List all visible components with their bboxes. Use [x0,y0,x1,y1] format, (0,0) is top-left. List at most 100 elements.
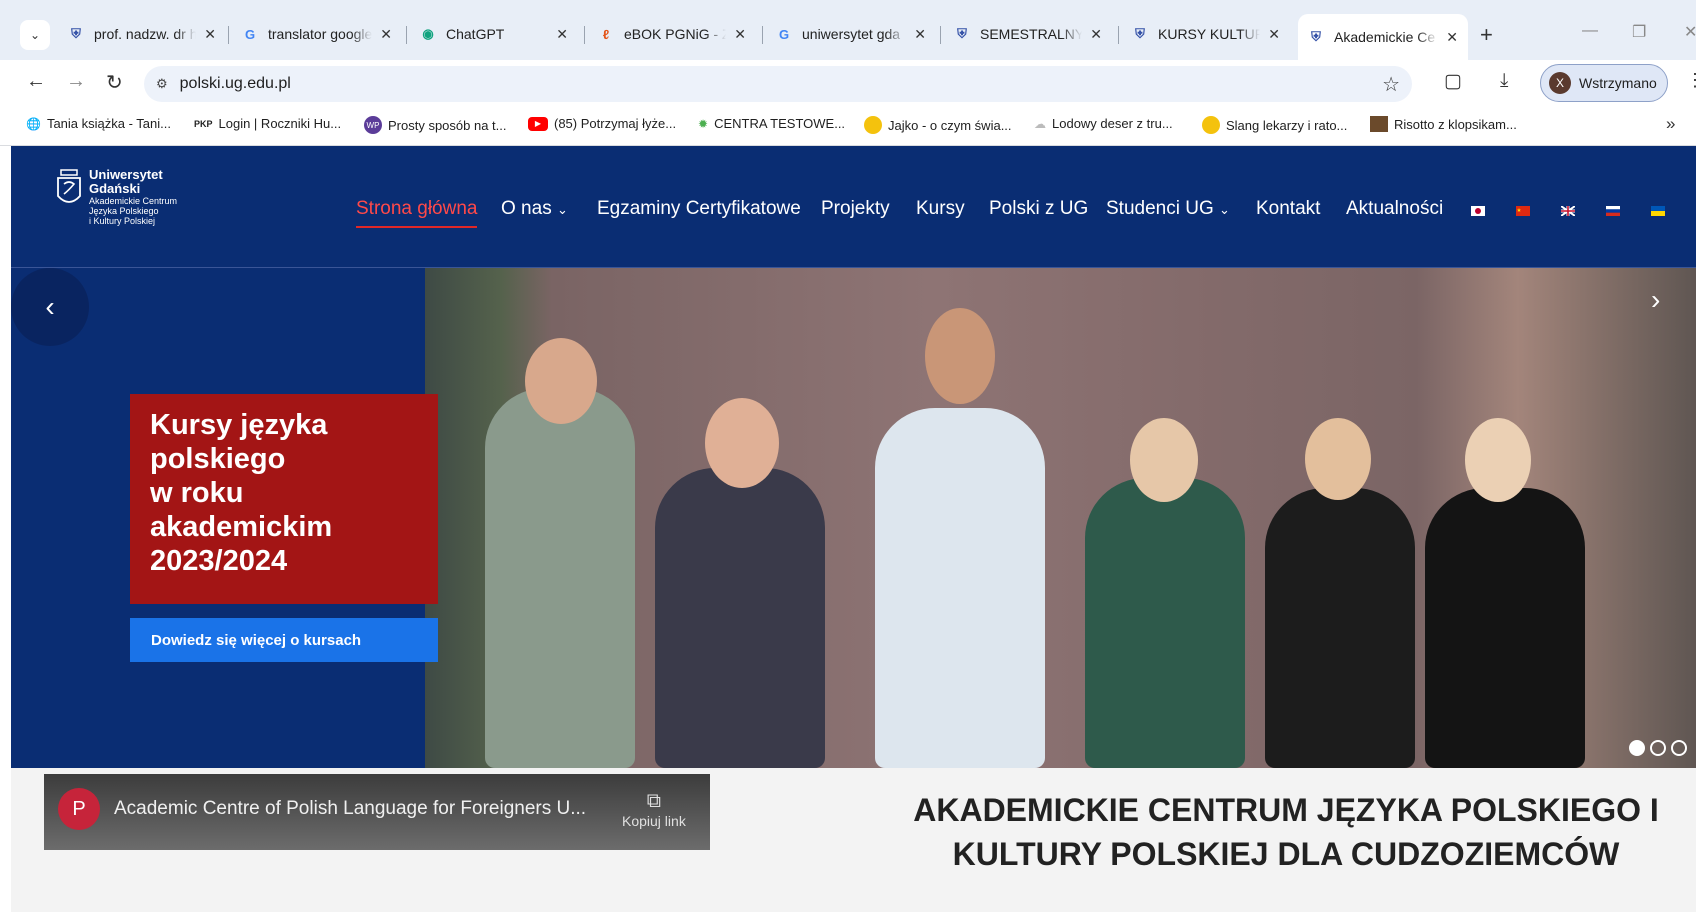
tab-search-button[interactable]: ⌄ [20,20,50,50]
address-bar[interactable]: ⚙ polski.ug.edu.pl ☆ [144,66,1412,102]
video-title[interactable]: Academic Centre of Polish Language for F… [114,798,586,820]
bookmark-item[interactable]: WP Prosty sposób na t... [364,116,507,134]
learn-more-button[interactable]: Dowiedz się więcej o kursach [130,618,438,662]
tab-7-active[interactable]: ⛨ Akademickie Ce ✕ [1298,14,1468,60]
tab-3[interactable]: ℓ eBOK PGNiG - Z ✕ [588,14,756,54]
bookmark-item[interactable]: ▶ (85) Potrzymaj łyże... [528,116,676,131]
download-icon[interactable]: ⤓ [1500,70,1508,92]
close-icon[interactable]: ✕ [914,26,926,43]
nav-home[interactable]: Strona główna [356,198,478,228]
nav-polish-ug[interactable]: Polski z UG [989,198,1088,220]
tab-separator [1118,26,1119,44]
icecream-icon: ☁ [1034,116,1046,131]
chevron-left-icon: ‹ [45,291,55,322]
site-header: Uniwersytet Gdański Akademickie Centrum … [11,146,1696,268]
logo-sub-1: Akademickie Centrum [89,196,178,206]
minimize-icon[interactable]: — [1582,22,1598,40]
more-menu-icon[interactable]: ⋮ [1686,70,1696,91]
next-slide-button[interactable]: › [1651,284,1660,316]
person-head [1305,418,1371,500]
close-icon[interactable]: ✕ [1090,26,1102,43]
bookmark-item[interactable]: PKP Login | Roczniki Hu... [194,116,341,131]
tab-0[interactable]: ⛨ prof. nadzw. dr h ✕ [58,14,226,54]
tab-2[interactable]: ◉ ChatGPT ✕ [410,14,578,54]
bookmark-item[interactable]: ☁ Lodowy deser z tru... [1034,116,1173,131]
copy-icon: ⧉ [646,790,662,812]
person-figure [655,468,825,768]
bookmark-star-icon[interactable]: ☆ [1382,72,1400,97]
bookmark-item[interactable]: ✹ CENTRA TESTOWE... [698,116,845,131]
uk-flag-icon[interactable] [1561,206,1575,216]
person-head [525,338,597,424]
person-figure [1425,488,1585,768]
tab-6[interactable]: ⛨ KURSY KULTURY ✕ [1122,14,1290,54]
promo-line: Kursy języka [150,409,328,441]
bookmark-item[interactable]: Jajko - o czym świa... [864,116,1012,134]
tab-separator [940,26,941,44]
tab-title: prof. nadzw. dr h [94,26,197,42]
chevron-down-icon: ⌄ [29,28,41,42]
university-logo[interactable]: Uniwersytet Gdański Akademickie Centrum … [55,168,177,226]
close-window-icon[interactable]: ✕ [1684,22,1696,42]
russia-flag-icon[interactable] [1606,206,1620,216]
slide-dot-1[interactable] [1629,740,1645,756]
bookmark-label: Tania książka - Tani... [46,116,171,131]
profile-label: Wstrzymano [1579,75,1657,91]
copy-link-button[interactable]: ⧉ Kopiuj link [622,790,686,829]
bookmark-item[interactable]: Risotto z klopsikam... [1370,116,1517,132]
ug-shield-icon: ⛨ [1311,29,1321,44]
japan-flag-icon[interactable] [1471,206,1485,216]
slide-dot-3[interactable] [1671,740,1687,756]
ug-shield-icon: ⛨ [1135,26,1145,41]
nav-label: Studenci UG [1106,198,1214,219]
bookmark-item[interactable]: 🌐 Tania książka - Tani... [26,116,171,131]
nav-news[interactable]: Aktualności [1346,198,1443,220]
tab-1[interactable]: G translator google ✕ [232,14,402,54]
china-flag-icon[interactable] [1516,206,1530,216]
close-icon[interactable]: ✕ [1268,26,1280,43]
nav-contact[interactable]: Kontakt [1256,198,1320,220]
extensions-icon[interactable]: ▢ [1444,70,1462,93]
reload-icon[interactable]: ↻ [106,70,123,95]
food-icon [1370,116,1388,132]
profile-button[interactable]: X Wstrzymano [1540,64,1668,102]
nav-projects[interactable]: Projekty [821,198,890,220]
promo-line: 2023/2024 [150,545,288,577]
nav-students[interactable]: Studenci UG ⌄ [1106,198,1230,220]
nav-about[interactable]: O nas ⌄ [501,198,568,220]
bookmark-label: CENTRA TESTOWE... [714,116,846,131]
close-icon[interactable]: ✕ [734,26,746,43]
star-green-icon: ✹ [698,116,709,131]
url-text[interactable]: polski.ug.edu.pl [180,75,291,93]
nav-courses[interactable]: Kursy [916,198,965,220]
tab-title: ChatGPT [446,26,505,42]
logo-sub-2: Języka Polskiego [89,206,159,216]
slide-dot-2[interactable] [1650,740,1666,756]
tab-5[interactable]: ⛨ SEMESTRALNY K ✕ [944,14,1112,54]
channel-avatar[interactable]: P [58,788,100,830]
back-icon[interactable]: ← [26,70,46,93]
nav-exams[interactable]: Egzaminy Certyfikatowe [597,198,801,220]
restore-icon[interactable]: ❐ [1632,22,1646,42]
close-icon[interactable]: ✕ [1446,29,1458,46]
logo-sub-3: i Kultury Polskiej [89,216,156,226]
site-settings-icon[interactable]: ⚙ [156,76,168,92]
person-figure [485,388,635,768]
forward-icon[interactable]: → [66,70,86,93]
bookmark-item[interactable]: Slang lekarzy i rato... [1202,116,1347,134]
logo-line-2: Gdański [89,181,141,196]
tab-title: eBOK PGNiG - Z [624,26,727,42]
more-bookmarks-icon[interactable]: » [1666,114,1675,134]
prev-slide-button[interactable]: ‹ [11,268,89,346]
close-icon[interactable]: ✕ [380,26,392,43]
close-icon[interactable]: ✕ [204,26,216,43]
ukraine-flag-icon[interactable] [1651,206,1665,216]
new-tab-button[interactable]: + [1480,22,1493,48]
promo-box: Kursy języka polskiego w roku akademicki… [130,394,438,604]
tab-separator [228,26,229,44]
youtube-embed[interactable]: P Academic Centre of Polish Language for… [44,774,710,850]
tab-4[interactable]: G uniwersytet gda ✕ [766,14,936,54]
person-head [705,398,779,488]
close-icon[interactable]: ✕ [556,26,568,43]
wp-icon: WP [364,116,382,134]
